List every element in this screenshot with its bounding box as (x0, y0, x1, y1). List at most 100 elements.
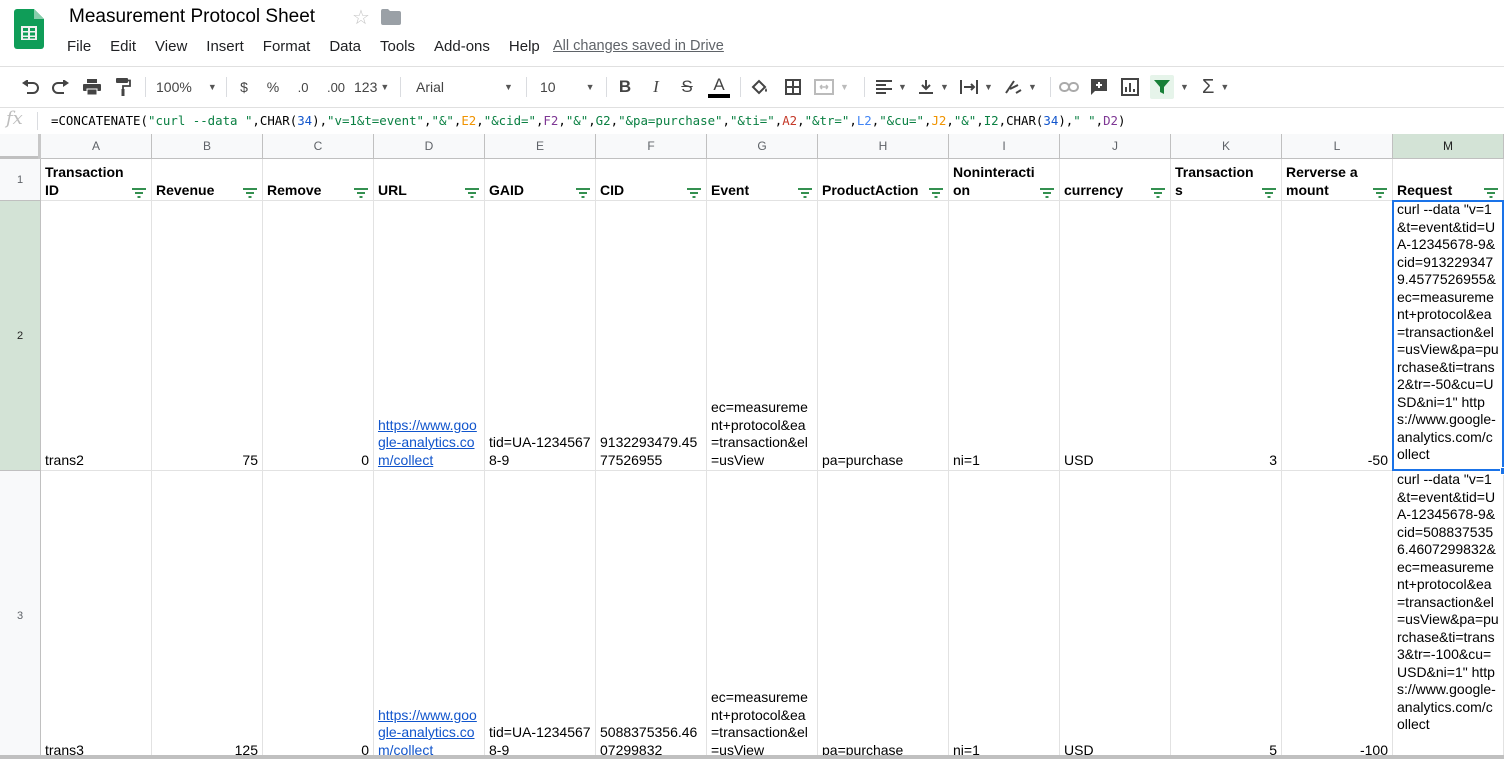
header-cell-d[interactable]: URL (374, 159, 485, 201)
header-cell-k[interactable]: Transactions (1171, 159, 1282, 201)
table-cell-l[interactable]: -50 (1282, 201, 1393, 471)
table-cell-d[interactable]: https://www.google-analytics.com/collect (374, 471, 485, 759)
filter-icon[interactable] (1484, 185, 1498, 198)
header-cell-b[interactable]: Revenue (152, 159, 263, 201)
menu-tools[interactable]: Tools (380, 38, 415, 55)
selection-fill-handle[interactable] (1500, 467, 1504, 475)
filter-icon[interactable] (354, 185, 368, 198)
table-cell-h[interactable]: pa=purchase (818, 201, 949, 471)
table-cell-f[interactable]: 9132293479.4577526955 (596, 201, 707, 471)
header-cell-i[interactable]: Noninteraction (949, 159, 1060, 201)
table-cell-c[interactable]: 0 (263, 471, 374, 759)
save-status-link[interactable]: All changes saved in Drive (553, 38, 724, 54)
filter-icon[interactable] (798, 185, 812, 198)
filter-icon[interactable] (1151, 185, 1165, 198)
filter-icon[interactable] (929, 185, 943, 198)
text-rotation-icon[interactable]: ▼ (1004, 74, 1042, 100)
row-header-1[interactable]: 1 (0, 159, 41, 201)
star-icon[interactable]: ☆ (352, 5, 370, 30)
table-cell-k[interactable]: 5 (1171, 471, 1282, 759)
column-header-e[interactable]: E (485, 134, 596, 159)
bold-button[interactable]: B (614, 74, 636, 100)
folder-icon[interactable] (381, 9, 401, 25)
filter-icon[interactable] (1373, 185, 1387, 198)
document-title[interactable]: Measurement Protocol Sheet (69, 6, 315, 28)
borders-icon[interactable] (782, 74, 804, 100)
header-cell-g[interactable]: Event (707, 159, 818, 201)
column-header-c[interactable]: C (263, 134, 374, 159)
redo-icon[interactable] (49, 74, 73, 100)
table-cell-a[interactable]: trans3 (41, 471, 152, 759)
text-color-button[interactable]: A (707, 74, 731, 100)
header-cell-h[interactable]: ProductAction (818, 159, 949, 201)
menu-view[interactable]: View (155, 38, 187, 55)
table-cell-l[interactable]: -100 (1282, 471, 1393, 759)
filter-icon[interactable] (243, 185, 257, 198)
table-cell-k[interactable]: 3 (1171, 201, 1282, 471)
merge-cells-icon[interactable]: ▼ (814, 74, 856, 100)
row-header-2[interactable]: 2 (0, 201, 41, 471)
italic-button[interactable]: I (645, 74, 667, 100)
table-cell-a[interactable]: trans2 (41, 201, 152, 471)
column-header-m[interactable]: M (1393, 134, 1504, 159)
menu-edit[interactable]: Edit (110, 38, 136, 55)
horizontal-align-icon[interactable]: ▼ (876, 74, 912, 100)
header-cell-m[interactable]: Request (1393, 159, 1504, 201)
currency-format-button[interactable]: $ (234, 74, 254, 100)
table-cell-g[interactable]: ec=measurement+protocol&ea=transaction&e… (707, 201, 818, 471)
header-cell-a[interactable]: Transaction ID (41, 159, 152, 201)
more-formats-button[interactable]: 123 ▼ (354, 74, 392, 100)
header-cell-e[interactable]: GAID (485, 159, 596, 201)
menu-help[interactable]: Help (509, 38, 540, 55)
insert-chart-icon[interactable] (1119, 74, 1141, 100)
text-wrapping-icon[interactable]: ▼ (960, 74, 996, 100)
vertical-align-icon[interactable]: ▼ (918, 74, 954, 100)
table-cell-j[interactable]: USD (1060, 201, 1171, 471)
table-cell-b[interactable]: 125 (152, 471, 263, 759)
table-cell-d[interactable]: https://www.google-analytics.com/collect (374, 201, 485, 471)
header-cell-c[interactable]: Remove (263, 159, 374, 201)
table-cell-c[interactable]: 0 (263, 201, 374, 471)
strikethrough-button[interactable]: S (676, 74, 698, 100)
undo-icon[interactable] (18, 74, 42, 100)
filter-icon[interactable] (687, 185, 701, 198)
table-cell-m[interactable]: curl --data "v=1&t=event&tid=UA-12345678… (1393, 471, 1504, 759)
table-cell-i[interactable]: ni=1 (949, 471, 1060, 759)
table-cell-m[interactable]: curl --data "v=1&t=event&tid=UA-12345678… (1393, 201, 1504, 471)
url-link[interactable]: https://www.google-analytics.com/collect (378, 417, 480, 470)
row-header-3[interactable]: 3 (0, 471, 41, 759)
table-cell-f[interactable]: 5088375356.4607299832 (596, 471, 707, 759)
menu-format[interactable]: Format (263, 38, 311, 55)
menu-addons[interactable]: Add-ons (434, 38, 490, 55)
functions-button[interactable]: Σ ▼ (1202, 74, 1238, 100)
header-cell-f[interactable]: CID (596, 159, 707, 201)
column-header-f[interactable]: F (596, 134, 707, 159)
zoom-select[interactable]: 100% ▼ (156, 74, 218, 100)
table-cell-e[interactable]: tid=UA-12345678-9 (485, 471, 596, 759)
table-cell-h[interactable]: pa=purchase (818, 471, 949, 759)
decrease-decimal-button[interactable]: .0 (291, 74, 315, 100)
column-header-l[interactable]: L (1282, 134, 1393, 159)
sheets-logo-icon[interactable] (14, 9, 44, 49)
menu-insert[interactable]: Insert (206, 38, 244, 55)
filter-icon[interactable]: ▼ (1150, 74, 1194, 100)
font-size-select[interactable]: 10 ▼ (540, 74, 598, 100)
filter-icon[interactable] (465, 185, 479, 198)
print-icon[interactable] (80, 74, 104, 100)
table-cell-i[interactable]: ni=1 (949, 201, 1060, 471)
header-cell-j[interactable]: currency (1060, 159, 1171, 201)
column-header-g[interactable]: G (707, 134, 818, 159)
formula-input[interactable]: =CONCATENATE("curl --data ",CHAR(34),"v=… (51, 113, 1125, 128)
menu-data[interactable]: Data (329, 38, 361, 55)
column-header-i[interactable]: I (949, 134, 1060, 159)
table-cell-j[interactable]: USD (1060, 471, 1171, 759)
filter-icon[interactable] (1040, 185, 1054, 198)
url-link[interactable]: https://www.google-analytics.com/collect (378, 707, 480, 759)
insert-comment-icon[interactable] (1088, 74, 1110, 100)
select-all-corner[interactable] (0, 134, 41, 159)
increase-decimal-button[interactable]: .00 (323, 74, 349, 100)
column-header-j[interactable]: J (1060, 134, 1171, 159)
header-cell-l[interactable]: Rerverse amount (1282, 159, 1393, 201)
paint-format-icon[interactable] (111, 74, 135, 100)
table-cell-b[interactable]: 75 (152, 201, 263, 471)
